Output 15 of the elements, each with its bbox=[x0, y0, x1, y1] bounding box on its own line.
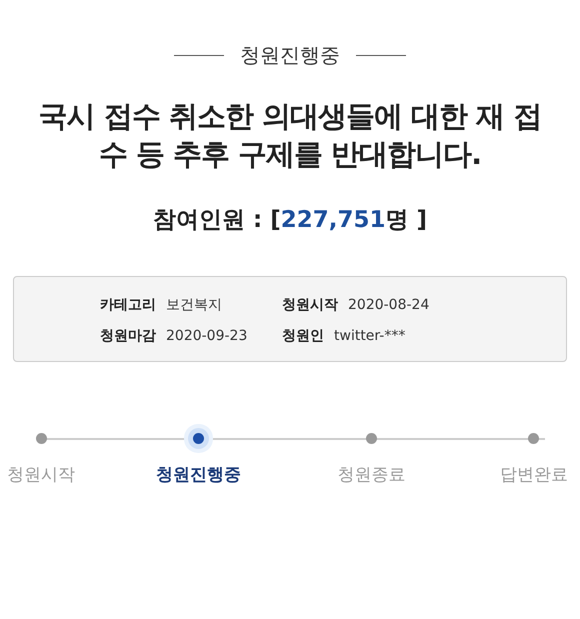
info-label: 청원인 bbox=[282, 326, 324, 346]
info-label: 청원마감 bbox=[100, 326, 156, 346]
step-label: 청원진행중 bbox=[156, 464, 242, 487]
petition-title: 국시 접수 취소한 의대생들에 대한 재 접수 등 추후 구제를 반대합니다. bbox=[38, 98, 542, 173]
status-label: 청원진행중 bbox=[240, 42, 340, 69]
info-label: 청원시작 bbox=[282, 296, 338, 315]
participant-count: 참여인원 : [227,751명 ] bbox=[152, 206, 428, 236]
step-label: 청원시작 bbox=[7, 464, 75, 487]
info-label: 카테고리 bbox=[100, 296, 156, 315]
info-value: twitter-*** bbox=[334, 326, 406, 346]
step-label: 청원종료 bbox=[337, 464, 406, 487]
info-value: 2020-08-24 bbox=[348, 296, 430, 315]
step-label: 답변완료 bbox=[500, 464, 568, 487]
info-value: 보건복지 bbox=[166, 296, 222, 315]
info-value: 2020-09-23 bbox=[166, 326, 248, 346]
